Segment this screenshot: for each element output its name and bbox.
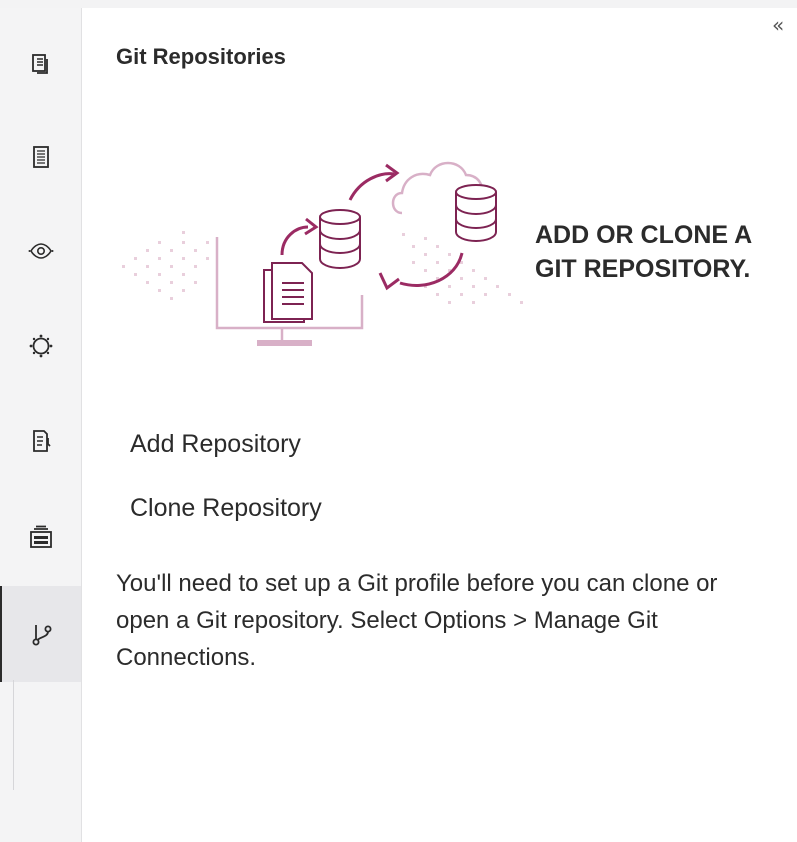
repository-sync-illustration — [122, 161, 523, 346]
rail-item-open-items[interactable] — [0, 34, 81, 94]
hero-line-1: ADD OR CLONE A — [535, 221, 753, 249]
dot-field-right — [402, 233, 523, 304]
rail-item-git-repositories[interactable] — [0, 586, 81, 682]
hero-line-2: GIT REPOSITORY. — [535, 255, 751, 283]
open-items-icon — [31, 54, 48, 74]
rail-item-eye[interactable] — [0, 221, 81, 281]
documents-shape — [263, 262, 313, 323]
database-remote-shape — [455, 184, 497, 243]
eye-icon — [28, 243, 53, 259]
rail-divider — [13, 680, 14, 790]
document-list-icon — [32, 146, 49, 168]
rail-item-settings[interactable] — [0, 316, 81, 376]
rail-item-libraries[interactable] — [0, 507, 81, 567]
clone-repository-link[interactable]: Clone Repository — [130, 494, 322, 523]
settings-icon — [29, 334, 52, 358]
top-edge — [0, 0, 797, 8]
database-local-shape — [319, 209, 361, 270]
document-edit-icon — [32, 430, 51, 452]
panel-title: Git Repositories — [116, 44, 286, 69]
git-branch-icon — [32, 625, 51, 646]
rail-item-document-edit[interactable] — [0, 411, 81, 471]
collapse-panel-button[interactable]: « — [772, 14, 794, 36]
hero-heading: ADD OR CLONE A GIT REPOSITORY. — [535, 218, 785, 286]
rail-item-document-list[interactable] — [0, 127, 81, 187]
git-profile-help-text: You'll need to set up a Git profile befo… — [116, 570, 718, 671]
git-repositories-pane: « Git Repositories ADD OR CLONE A GIT RE… — [0, 0, 797, 842]
add-repository-link[interactable]: Add Repository — [130, 430, 301, 459]
dot-field-left — [122, 231, 209, 300]
monitor-stand — [257, 340, 312, 346]
git-repository-illustration — [112, 145, 532, 365]
libraries-icon — [29, 525, 52, 548]
